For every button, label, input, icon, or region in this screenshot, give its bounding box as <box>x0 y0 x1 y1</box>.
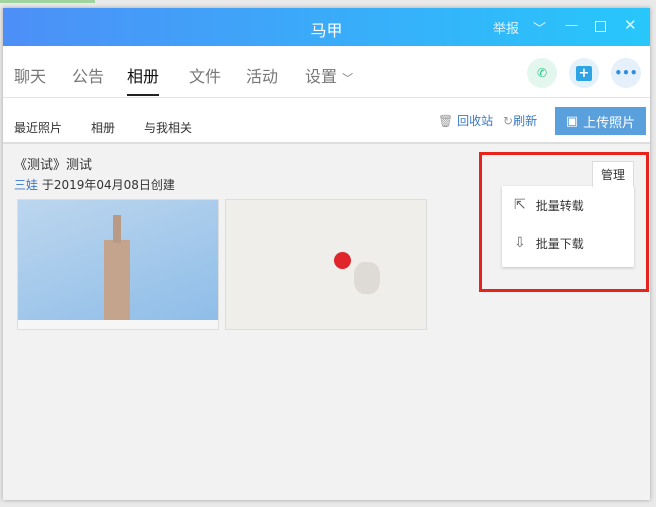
background-strip <box>0 0 95 3</box>
photo-thumbnail[interactable] <box>17 199 219 330</box>
add-message-button[interactable]: + <box>569 58 599 88</box>
upload-photo-button[interactable]: ▣ 上传照片 <box>555 107 646 135</box>
batch-download-item[interactable]: ⇩ 批量下载 <box>502 224 634 262</box>
batch-download-label: 批量下载 <box>535 236 584 251</box>
recycle-bin-button[interactable]: 🗑 回收站 <box>438 112 493 129</box>
more-options-button[interactable]: ••• <box>611 58 641 88</box>
tab-bar: 聊天 公告 相册 文件 活动 设置 ﹀ ✆ + ••• <box>3 46 650 98</box>
plus-icon: + <box>576 65 592 81</box>
manage-dropdown: ⇱ 批量转载 ⇩ 批量下载 <box>502 186 634 267</box>
subnav-recent-photos[interactable]: 最近照片 <box>14 119 62 136</box>
album-meta: 三娃 于2019年04月08日创建 <box>14 176 175 193</box>
batch-repost-item[interactable]: ⇱ 批量转载 <box>502 186 634 224</box>
tab-settings[interactable]: 设置 ﹀ <box>305 63 353 87</box>
maximize-icon[interactable] <box>595 21 606 32</box>
trash-icon: 🗑 <box>438 114 454 128</box>
subnav-albums[interactable]: 相册 <box>91 119 115 136</box>
chevron-down-icon: ﹀ <box>342 72 354 85</box>
close-icon[interactable]: ✕ <box>624 16 637 34</box>
album-title: 《测试》测试 <box>14 158 93 173</box>
window-title: 马甲 <box>310 21 343 40</box>
refresh-icon: ↻ <box>503 114 514 128</box>
minimize-icon[interactable]: — <box>565 18 578 33</box>
manage-button[interactable]: 管理 <box>592 161 634 187</box>
tab-chat[interactable]: 聊天 <box>14 63 46 87</box>
photo-thumbnail[interactable] <box>225 199 427 330</box>
subnav-related-to-me[interactable]: 与我相关 <box>144 119 192 136</box>
tab-album[interactable]: 相册 <box>127 63 160 96</box>
elephant-illustration <box>354 262 380 294</box>
image-upload-icon: ▣ <box>565 113 579 129</box>
minaret-photo <box>18 200 218 320</box>
batch-repost-label: 批量转载 <box>535 198 584 213</box>
phone-call-button[interactable]: ✆ <box>527 58 557 88</box>
album-subnav: 最近照片 相册 与我相关 🗑 回收站 ↻刷新 ▣ 上传照片 <box>3 98 650 144</box>
refresh-label: 刷新 <box>513 114 538 128</box>
balloon-illustration <box>334 252 351 269</box>
share-icon: ⇱ <box>514 197 526 213</box>
tab-settings-label: 设置 <box>305 67 338 86</box>
download-arrow-icon: ⇩ <box>514 235 526 251</box>
upload-photo-label: 上传照片 <box>583 115 636 131</box>
tab-files[interactable]: 文件 <box>189 63 221 87</box>
report-button[interactable]: 举报 <box>493 18 519 37</box>
refresh-button[interactable]: ↻刷新 <box>503 112 537 129</box>
title-bar: 马甲 举报 ﹀ — ✕ <box>3 8 650 46</box>
tab-notice[interactable]: 公告 <box>72 63 104 87</box>
created-date: 于2019年04月08日创建 <box>41 178 175 192</box>
recycle-bin-label: 回收站 <box>457 114 494 128</box>
tab-activity[interactable]: 活动 <box>246 63 278 87</box>
creator-link[interactable]: 三娃 <box>14 178 38 192</box>
chevron-down-icon[interactable]: ﹀ <box>533 18 546 37</box>
